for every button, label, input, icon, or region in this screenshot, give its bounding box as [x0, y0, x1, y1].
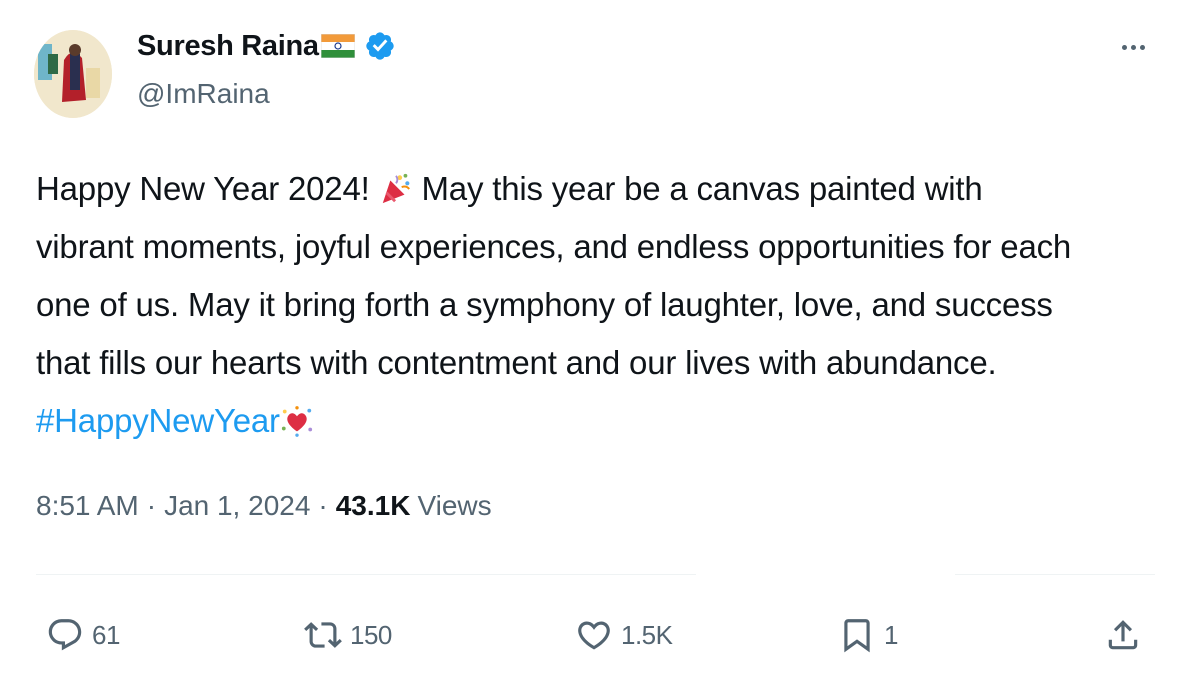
reply-count: 61: [92, 619, 120, 650]
bookmark-button[interactable]: 1: [838, 605, 898, 665]
tweet-line-4: that fills our hearts with contentment a…: [36, 344, 997, 381]
meta-separator: ·: [318, 490, 328, 521]
bookmark-icon: [844, 619, 870, 653]
avatar-image: [34, 30, 112, 118]
divider: [955, 574, 1155, 575]
tweet-text: Happy New Year 2024! May this year be a …: [36, 160, 1166, 450]
like-count: 1.5K: [621, 619, 673, 650]
tweet-time[interactable]: 8:51 AM: [36, 490, 139, 522]
action-bar: 61 150 1.5K 1: [0, 605, 1200, 665]
views-count[interactable]: 43.1K: [336, 490, 411, 522]
india-flag-icon: [320, 34, 355, 58]
repost-count: 150: [350, 619, 392, 650]
heart-icon: [578, 621, 610, 650]
author-name[interactable]: Suresh Raina: [137, 30, 319, 63]
hashtag-link[interactable]: #HappyNewYear: [36, 402, 280, 439]
sparkling-heart-icon: [281, 406, 312, 437]
party-popper-icon: [382, 173, 410, 204]
tweet-meta: 8:51 AM · Jan 1, 2024 · 43.1K Views: [36, 490, 492, 522]
share-button[interactable]: [1104, 605, 1142, 665]
author-name-row[interactable]: Suresh Raina: [137, 28, 396, 64]
tweet-line-3: one of us. May it bring forth a symphony…: [36, 286, 1053, 323]
more-options-icon[interactable]: [1112, 32, 1154, 62]
repost-icon: [304, 622, 342, 648]
bookmark-count: 1: [884, 619, 898, 650]
tweet-line-5: #HappyNewYear: [36, 392, 1166, 450]
like-button[interactable]: 1.5K: [575, 605, 673, 665]
reply-button[interactable]: 61: [46, 605, 120, 665]
reply-icon: [48, 619, 82, 651]
repost-button[interactable]: 150: [304, 605, 392, 665]
tweet-line-2: vibrant moments, joyful experiences, and…: [36, 228, 1072, 265]
share-icon: [1108, 620, 1138, 650]
divider: [36, 574, 696, 575]
author-handle[interactable]: @ImRaina: [137, 78, 270, 110]
views-label[interactable]: Views: [417, 490, 491, 522]
verified-badge-icon[interactable]: [364, 30, 396, 62]
meta-separator: ·: [146, 490, 157, 521]
tweet-line-1: Happy New Year 2024! May this year be a …: [36, 170, 983, 207]
tweet-card: Suresh Raina @ImRaina Happy New Year 202…: [0, 0, 1200, 675]
avatar[interactable]: [34, 30, 112, 118]
tweet-date[interactable]: Jan 1, 2024: [164, 490, 310, 522]
